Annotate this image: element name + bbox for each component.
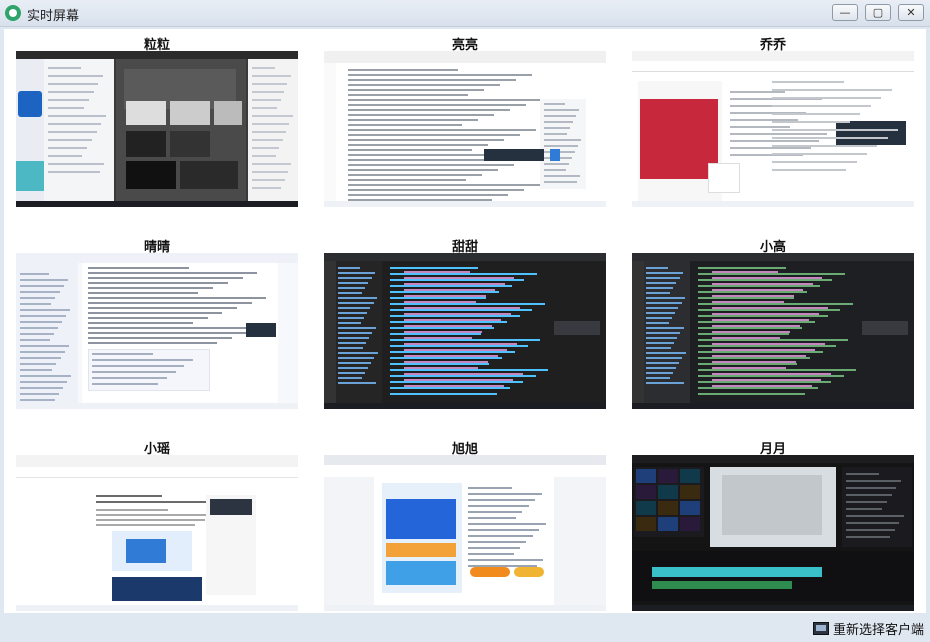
taskbar — [324, 605, 606, 611]
maximize-button[interactable]: ▢ — [865, 4, 891, 21]
reselect-client-label: 重新选择客户端 — [832, 622, 924, 638]
client-screen-cell[interactable]: 亮亮 — [324, 31, 606, 207]
taskbar — [632, 403, 914, 409]
reselect-client-button[interactable]: 重新选择客户端 — [812, 619, 924, 638]
screen-thumbnail[interactable] — [16, 51, 298, 207]
screen-thumbnail[interactable] — [16, 455, 298, 611]
taskbar — [324, 201, 606, 207]
app-logo-icon — [5, 5, 21, 21]
client-screen-cell[interactable]: 乔乔 — [632, 31, 914, 207]
screen-thumbnail[interactable] — [632, 51, 914, 207]
screen-thumbnail[interactable] — [324, 51, 606, 207]
client-screen-cell[interactable]: 晴晴 — [16, 233, 298, 409]
window-title: 实时屏幕 — [27, 9, 80, 24]
screen-thumbnail[interactable] — [324, 455, 606, 611]
taskbar — [632, 605, 914, 611]
client-screen-cell[interactable]: 小高 — [632, 233, 914, 409]
monitor-icon — [812, 621, 829, 635]
taskbar — [16, 201, 298, 207]
taskbar — [324, 403, 606, 409]
client-screen-cell[interactable]: 甜甜 — [324, 233, 606, 409]
status-bar: 重新选择客户端 — [0, 614, 930, 642]
screen-thumbnail[interactable] — [632, 455, 914, 611]
taskbar — [16, 403, 298, 409]
taskbar — [632, 201, 914, 207]
close-button[interactable]: ✕ — [898, 4, 924, 21]
client-screen-cell[interactable]: 旭旭 — [324, 435, 606, 611]
screen-thumbnail[interactable] — [632, 253, 914, 409]
screen-grid: 粒粒 亮亮 乔乔晴晴 甜甜 小高小瑶 旭旭 月月 — [4, 29, 926, 613]
screen-thumbnail[interactable] — [16, 253, 298, 409]
title-bar: 实时屏幕 — ▢ ✕ — [0, 0, 930, 27]
client-screen-cell[interactable]: 小瑶 — [16, 435, 298, 611]
minimize-button[interactable]: — — [832, 4, 858, 21]
screen-thumbnail[interactable] — [324, 253, 606, 409]
client-screen-cell[interactable]: 粒粒 — [16, 31, 298, 207]
taskbar — [16, 605, 298, 611]
client-screen-cell[interactable]: 月月 — [632, 435, 914, 611]
